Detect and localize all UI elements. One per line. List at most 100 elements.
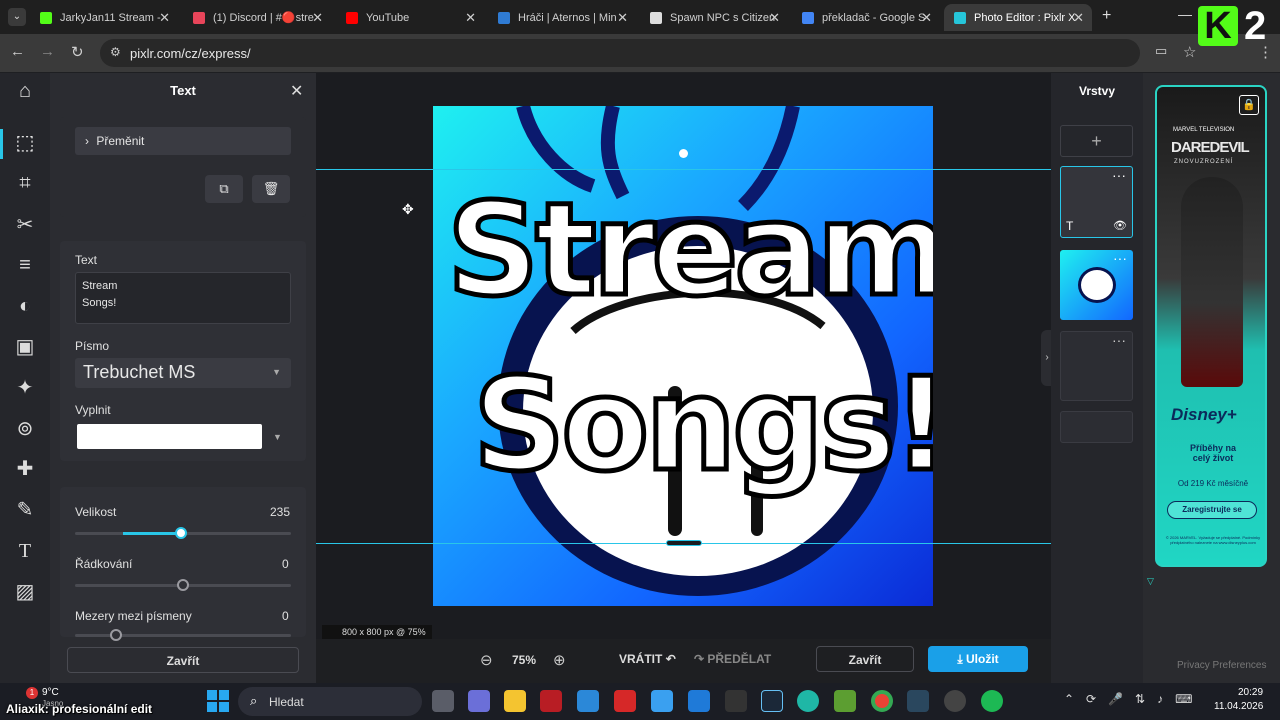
back-icon[interactable]: ← — [10, 43, 25, 60]
edge-icon[interactable] — [797, 690, 819, 712]
effect-icon[interactable]: ▣ — [13, 335, 37, 359]
zoom-in-icon[interactable]: ⊕ — [553, 651, 566, 669]
ad-banner[interactable]: 🔒 MARVEL TELEVISION DAREDEVIL ZNOVUZROZE… — [1155, 85, 1267, 567]
font-select[interactable]: Trebuchet MS ▼ — [75, 358, 291, 388]
tab-1[interactable]: (1) Discord | #🔴stre ✕ — [183, 4, 331, 31]
bookmark-star-icon[interactable]: ☆ — [1183, 43, 1196, 61]
tab-search-button[interactable]: ⌄ — [8, 8, 26, 26]
text-icon[interactable]: T — [13, 539, 37, 563]
tab-2[interactable]: YouTube ✕ — [336, 4, 484, 31]
forward-icon[interactable]: → — [40, 43, 55, 60]
clock-time[interactable]: 20:29 — [1238, 687, 1263, 698]
text-input[interactable]: Stream Songs! — [75, 272, 291, 324]
taskbar-search[interactable]: ⌕ Hledat — [238, 687, 422, 716]
zoom-value[interactable]: 75% — [512, 653, 536, 667]
liquify-icon[interactable]: ⊚ — [13, 417, 37, 441]
layer-empty-thumb[interactable]: ··· — [1060, 331, 1133, 401]
tab-close-icon[interactable]: ✕ — [159, 10, 170, 26]
tab-3[interactable]: Hráči | Aternos | Min ✕ — [488, 4, 636, 31]
select-icon[interactable]: ⬚ — [13, 131, 37, 155]
tab-close-icon[interactable]: ✕ — [465, 10, 476, 26]
heal-icon[interactable]: ✚ — [13, 457, 37, 481]
clock-date[interactable]: 11.04.2026 — [1214, 701, 1263, 712]
rotate-handle[interactable] — [679, 149, 688, 158]
app-blue-icon[interactable] — [688, 690, 710, 712]
cut-icon[interactable]: ✂ — [13, 213, 37, 237]
slider-knob[interactable] — [174, 527, 187, 539]
privacy-preferences-link[interactable]: Privacy Preferences — [1177, 660, 1266, 671]
canvas-text-line1[interactable]: Stream — [444, 174, 933, 328]
layer-menu-icon[interactable]: ··· — [1112, 167, 1126, 183]
omnibox[interactable]: ⚙ pixlr.com/cz/express/ — [100, 39, 1140, 67]
obs-icon[interactable] — [944, 690, 966, 712]
layer-image-thumb[interactable]: ··· — [1060, 250, 1133, 320]
save-button[interactable]: ⤓ Uložit — [928, 646, 1028, 672]
undo-button[interactable]: VRÁTIT ↶ — [619, 652, 676, 666]
ad-cta-button[interactable]: Zaregistrujte se — [1167, 501, 1257, 519]
tab-4[interactable]: Spawn NPC s Citizen ✕ — [640, 4, 788, 31]
delete-button[interactable]: 🗑 — [252, 175, 290, 203]
draw-icon[interactable]: ✎ — [13, 498, 37, 522]
tab-0[interactable]: JarkyJan11 Stream - ✕ — [30, 4, 178, 31]
transform-toggle[interactable]: › Přeměnit — [75, 127, 291, 155]
tab-close-icon[interactable]: ✕ — [617, 10, 628, 26]
layer-visibility-icon[interactable]: 👁 — [1113, 219, 1127, 232]
lunacy-icon[interactable] — [614, 690, 636, 712]
layer-text-thumb[interactable]: ··· T 👁 — [1060, 166, 1133, 238]
layer3-menu-icon[interactable]: ··· — [1112, 332, 1126, 348]
tab-close-icon[interactable]: ✕ — [1073, 10, 1084, 26]
taskview-icon[interactable] — [432, 690, 454, 712]
tab-close-icon[interactable]: ✕ — [312, 10, 323, 26]
teams-icon[interactable] — [468, 690, 490, 712]
minecraft-icon[interactable] — [834, 690, 856, 712]
epic-games-icon[interactable] — [725, 690, 747, 712]
reload-icon[interactable]: ↻ — [71, 43, 84, 61]
redo-button[interactable]: ↷ PŘEDĚLAT — [694, 652, 771, 666]
file-explorer-icon[interactable] — [504, 690, 526, 712]
steam-icon[interactable] — [761, 690, 783, 712]
tray-icons[interactable]: ⌃⟳🎤⇅♪⌨ — [1064, 692, 1204, 706]
copilot-icon[interactable] — [651, 690, 673, 712]
canvas-text-line2[interactable]: Songs! — [470, 349, 933, 503]
tab-close-icon[interactable]: ✕ — [769, 10, 780, 26]
tab-5[interactable]: překladač - Google S ✕ — [792, 4, 940, 31]
filter-icon[interactable]: ◐ — [13, 294, 37, 318]
layer2-menu-icon[interactable]: ··· — [1113, 250, 1127, 266]
tab-close-icon[interactable]: ✕ — [921, 10, 932, 26]
fill-dropdown-icon[interactable]: ▼ — [273, 432, 282, 442]
start-button[interactable] — [207, 690, 229, 712]
fill-color-swatch[interactable] — [77, 424, 262, 449]
letter-spacing-slider[interactable] — [75, 629, 291, 641]
store-icon[interactable] — [577, 690, 599, 712]
size-slider[interactable] — [75, 527, 291, 539]
layer-background-thumb[interactable] — [1060, 411, 1133, 443]
spotify-icon[interactable] — [981, 690, 1003, 712]
canvas-image[interactable]: Stream Songs! — [433, 106, 933, 606]
minimize-icon[interactable]: — — [1178, 6, 1192, 22]
weather-temp[interactable]: 9°C — [42, 687, 59, 698]
cast-icon[interactable]: ▭ — [1155, 43, 1167, 59]
pattern-icon[interactable]: ▨ — [13, 580, 37, 604]
panel-close-icon[interactable]: ✕ — [290, 81, 303, 101]
site-info-icon[interactable]: ⚙ — [110, 45, 121, 59]
tab-6[interactable]: Photo Editor : Pixlr X ✕ — [944, 4, 1092, 31]
close-button[interactable]: Zavřít — [816, 646, 914, 672]
add-layer-button[interactable]: + — [1060, 125, 1133, 157]
line-spacing-slider[interactable] — [75, 579, 291, 591]
steam2-icon[interactable] — [907, 690, 929, 712]
adjust-icon[interactable]: ≡ — [13, 253, 37, 277]
ad-choices-icon[interactable]: ▽ — [1147, 576, 1154, 587]
new-tab-button[interactable]: + — [1102, 7, 1111, 25]
netflix-icon[interactable] — [540, 690, 562, 712]
zoom-out-icon[interactable]: ⊖ — [480, 651, 493, 669]
crop-icon[interactable]: ⌗ — [13, 171, 37, 195]
resize-handle[interactable] — [666, 540, 702, 546]
slider-knob[interactable] — [110, 629, 123, 641]
chrome-icon[interactable] — [871, 690, 893, 712]
duplicate-button[interactable]: ⧉ — [205, 175, 243, 203]
ai-sparkle-icon[interactable]: ✦ — [13, 376, 37, 400]
font-dropdown-icon[interactable]: ▼ — [272, 367, 281, 377]
panel-close-button[interactable]: Zavřít — [67, 647, 299, 673]
slider-knob[interactable] — [177, 579, 189, 591]
home-icon[interactable]: ⌂ — [13, 79, 37, 103]
